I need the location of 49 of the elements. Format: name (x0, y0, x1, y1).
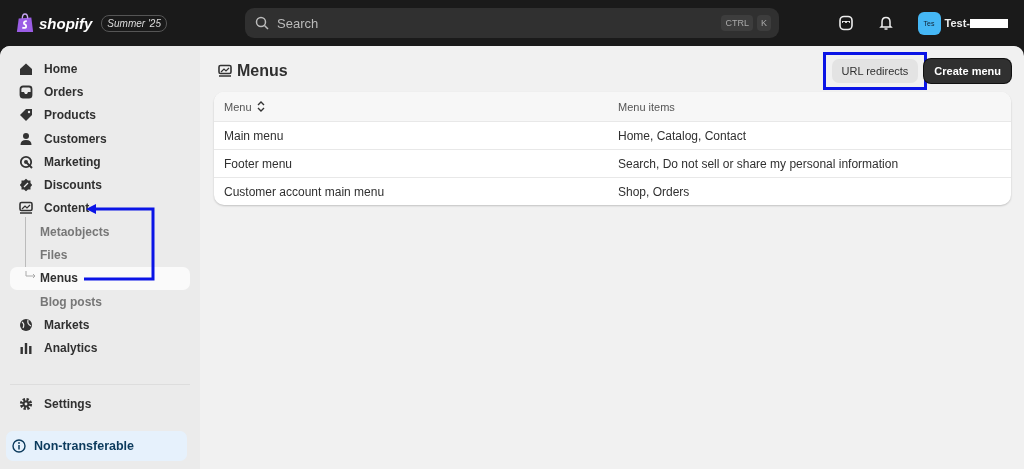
notice-banner[interactable]: Non-transferable (6, 431, 187, 461)
settings-item[interactable]: Settings (10, 389, 190, 419)
person-icon (19, 131, 33, 146)
gear-icon (19, 397, 33, 411)
search-icon (255, 16, 269, 30)
sidebar-item[interactable]: Discounts (10, 173, 190, 197)
search-field[interactable]: Search (275, 14, 716, 32)
table-cell[interactable]: Search, Do not sell or share my personal information (618, 156, 899, 171)
home-icon (19, 61, 33, 76)
sort-icon[interactable] (256, 101, 265, 112)
sidebar-subitem[interactable]: Menus (10, 266, 190, 290)
sidebar-item[interactable]: Marketing (10, 150, 190, 174)
redaction-bar (970, 18, 1008, 28)
sidebar-item[interactable]: Content (10, 196, 190, 221)
brand-name[interactable]: shopify (39, 14, 93, 32)
table-cell[interactable]: Customer account main menu (224, 184, 385, 199)
sidebar-item[interactable]: Markets (10, 313, 190, 337)
page-title: Menus (237, 62, 288, 80)
edition-badge[interactable]: Summer '25 (101, 14, 167, 32)
column-header: Menu items (618, 100, 675, 113)
sidebar-item[interactable]: Products (10, 103, 190, 127)
table-cell[interactable]: Footer menu (224, 156, 293, 171)
table-cell[interactable]: Shop, Orders (618, 184, 690, 199)
sidebar-item[interactable]: Home (10, 57, 190, 81)
tree-branch-icon (25, 270, 37, 281)
inbox-icon (19, 84, 33, 99)
bell-icon[interactable] (877, 15, 894, 31)
search-bar[interactable]: Search CTRL K (245, 8, 779, 38)
sidebar-subitem[interactable]: Files (10, 243, 190, 267)
target-icon (19, 154, 33, 169)
info-icon (12, 439, 26, 453)
sidebar-item[interactable]: Orders (10, 80, 190, 104)
shortcut-key: K (757, 15, 771, 31)
table-cell[interactable]: Home, Catalog, Contact (618, 128, 747, 143)
redirects-button[interactable]: URL redirects (831, 59, 919, 83)
sidebar-item[interactable]: Customers (10, 126, 190, 151)
sidebar-item[interactable]: Analytics (10, 336, 190, 360)
table-cell[interactable]: Main menu (224, 128, 284, 143)
sidebar-subitem[interactable]: Blog posts (10, 289, 190, 314)
tag-icon (19, 108, 33, 123)
shopping-bag-icon (16, 13, 34, 33)
sidebar-subitem[interactable]: Metaobjects (10, 220, 190, 244)
percent-badge-icon (19, 178, 33, 193)
column-header: Menu (224, 100, 252, 113)
shortcut-key: CTRL (721, 15, 753, 31)
globe-icon (19, 317, 33, 332)
user-name[interactable]: Test- (944, 17, 970, 29)
create-button[interactable]: Create menu (924, 59, 1011, 83)
bar-chart-icon (19, 341, 33, 356)
